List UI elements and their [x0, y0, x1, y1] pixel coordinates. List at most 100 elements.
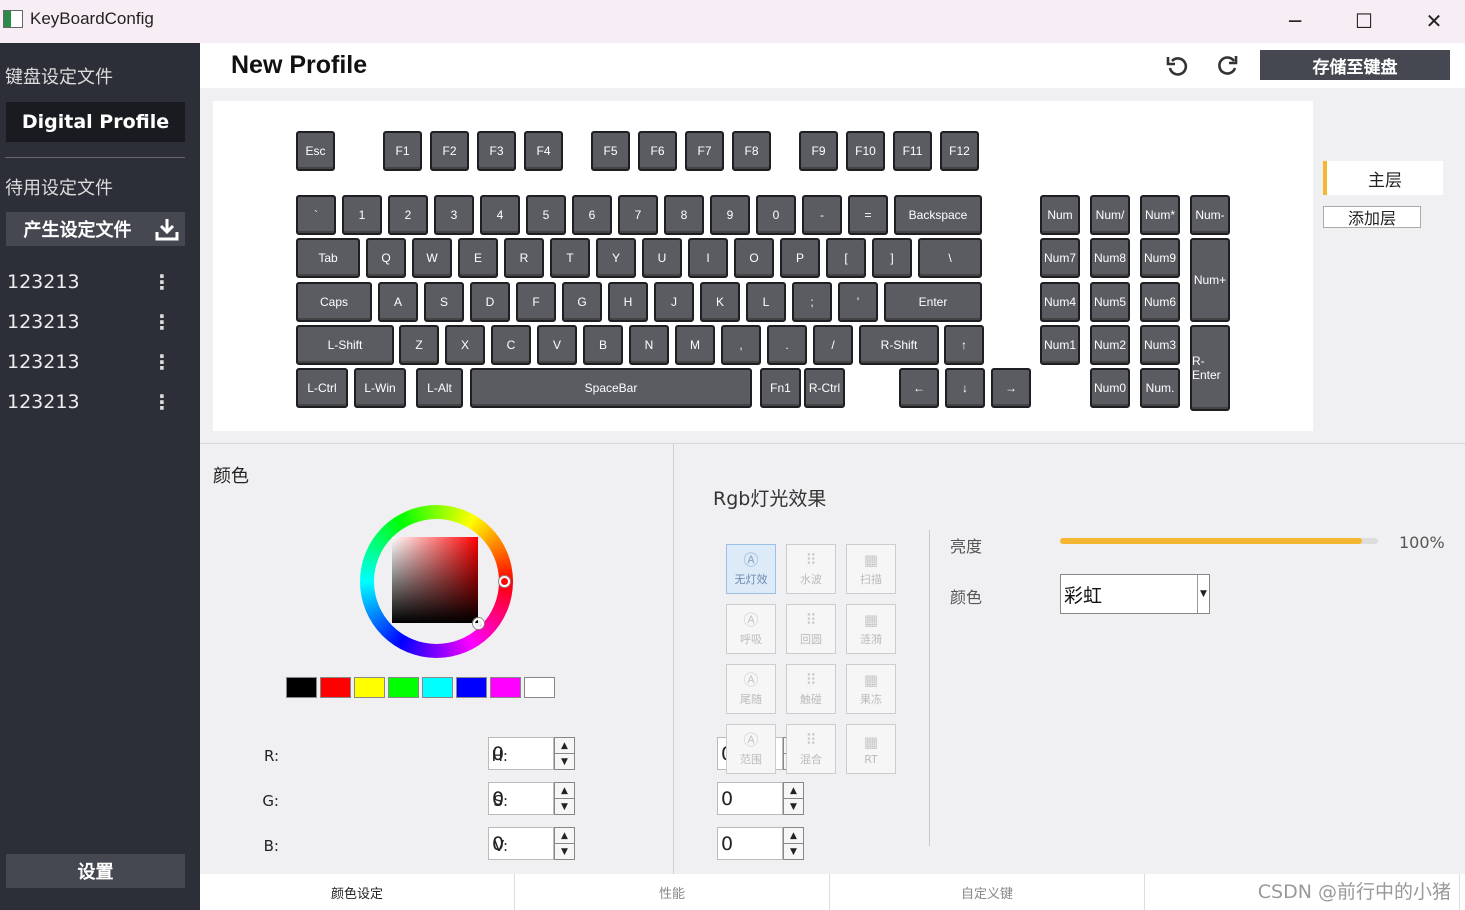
- key[interactable]: ↓: [945, 368, 985, 408]
- value-value[interactable]: 0: [717, 827, 783, 860]
- key-renter[interactable]: R-Enter: [1190, 325, 1230, 411]
- color-swatch[interactable]: [524, 677, 555, 698]
- stepper-arrows[interactable]: ▲▼: [783, 827, 804, 860]
- add-layer-button[interactable]: 添加层: [1323, 206, 1421, 228]
- effect-button[interactable]: ▦ 扫描: [846, 544, 896, 594]
- key-p[interactable]: P: [780, 238, 820, 278]
- key-2[interactable]: 2: [388, 195, 428, 235]
- key-num6[interactable]: Num6: [1140, 282, 1180, 322]
- list-item[interactable]: 123213 ⋮: [0, 342, 200, 382]
- key-3[interactable]: 3: [434, 195, 474, 235]
- up-arrow-icon[interactable]: ▲: [555, 828, 574, 844]
- key[interactable]: =: [848, 195, 888, 235]
- saturation-value[interactable]: 0: [717, 782, 783, 815]
- key-f7[interactable]: F7: [685, 131, 724, 171]
- stepper-arrows[interactable]: ▲▼: [554, 827, 575, 860]
- up-arrow-icon[interactable]: ▲: [784, 783, 803, 799]
- key-enter[interactable]: Enter: [884, 282, 982, 322]
- key-z[interactable]: Z: [399, 325, 439, 365]
- up-arrow-icon[interactable]: ▲: [784, 828, 803, 844]
- key-num9[interactable]: Num9: [1140, 238, 1180, 278]
- key-num[interactable]: Num*: [1140, 195, 1180, 235]
- key-e[interactable]: E: [458, 238, 498, 278]
- key[interactable]: ↑: [944, 325, 984, 365]
- key-0[interactable]: 0: [756, 195, 796, 235]
- effect-button[interactable]: Ⓐ 尾随: [726, 664, 776, 714]
- key-o[interactable]: O: [734, 238, 774, 278]
- generate-profile-button[interactable]: 产生设定文件: [6, 212, 185, 246]
- brightness-slider[interactable]: [1060, 538, 1378, 544]
- key[interactable]: →: [991, 368, 1031, 408]
- effect-button[interactable]: ⠿ 回圆: [786, 604, 836, 654]
- save-to-keyboard-button[interactable]: 存储至键盘: [1260, 50, 1450, 80]
- effect-button[interactable]: ⠿ 水波: [786, 544, 836, 594]
- key-y[interactable]: Y: [596, 238, 636, 278]
- settings-button[interactable]: 设置: [6, 854, 185, 888]
- more-icon[interactable]: ⋮: [152, 270, 172, 294]
- more-icon[interactable]: ⋮: [152, 350, 172, 374]
- key[interactable]: ,: [721, 325, 761, 365]
- key-x[interactable]: X: [445, 325, 485, 365]
- sv-handle[interactable]: [473, 618, 484, 629]
- key-b[interactable]: B: [583, 325, 623, 365]
- close-button[interactable]: ✕: [1414, 6, 1454, 36]
- key-lshift[interactable]: L-Shift: [296, 325, 394, 365]
- key-f3[interactable]: F3: [477, 131, 516, 171]
- key-num8[interactable]: Num8: [1090, 238, 1130, 278]
- key[interactable]: .: [767, 325, 807, 365]
- key[interactable]: \: [918, 238, 982, 278]
- tab-color-settings[interactable]: 颜色设定: [200, 874, 515, 910]
- key-num3[interactable]: Num3: [1140, 325, 1180, 365]
- key-c[interactable]: C: [491, 325, 531, 365]
- key-num[interactable]: Num+: [1190, 238, 1230, 322]
- key-f4[interactable]: F4: [524, 131, 563, 171]
- key-a[interactable]: A: [378, 282, 418, 322]
- key-rctrl[interactable]: R-Ctrl: [804, 368, 845, 408]
- list-item[interactable]: 123213 ⋮: [0, 302, 200, 342]
- key-t[interactable]: T: [550, 238, 590, 278]
- key-s[interactable]: S: [424, 282, 464, 322]
- key-l[interactable]: L: [746, 282, 786, 322]
- refresh-icon[interactable]: [1214, 53, 1240, 79]
- key-backspace[interactable]: Backspace: [894, 195, 982, 235]
- key-7[interactable]: 7: [618, 195, 658, 235]
- key-num[interactable]: Num/: [1090, 195, 1130, 235]
- key-num4[interactable]: Num4: [1040, 282, 1080, 322]
- effect-button[interactable]: Ⓐ 呼吸: [726, 604, 776, 654]
- key[interactable]: [: [826, 238, 866, 278]
- key-num5[interactable]: Num5: [1090, 282, 1130, 322]
- maximize-button[interactable]: ☐: [1344, 6, 1384, 36]
- key-lalt[interactable]: L-Alt: [416, 368, 463, 408]
- key-spacebar[interactable]: SpaceBar: [470, 368, 752, 408]
- color-swatch[interactable]: [388, 677, 419, 698]
- key-5[interactable]: 5: [526, 195, 566, 235]
- key-f11[interactable]: F11: [893, 131, 932, 171]
- key-num[interactable]: Num.: [1140, 368, 1180, 408]
- key[interactable]: ←: [899, 368, 939, 408]
- key-num[interactable]: Num-: [1190, 195, 1230, 235]
- down-arrow-icon[interactable]: ▼: [784, 844, 803, 859]
- layer-main-tab[interactable]: 主层: [1323, 161, 1443, 195]
- stepper-arrows[interactable]: ▲▼: [554, 782, 575, 815]
- undo-icon[interactable]: [1165, 53, 1191, 79]
- color-swatch[interactable]: [286, 677, 317, 698]
- key-num0[interactable]: Num0: [1090, 368, 1130, 408]
- key-lctrl[interactable]: L-Ctrl: [296, 368, 348, 408]
- key-u[interactable]: U: [642, 238, 682, 278]
- key-8[interactable]: 8: [664, 195, 704, 235]
- key-f[interactable]: F: [516, 282, 556, 322]
- tab-performance[interactable]: 性能: [515, 874, 830, 910]
- key-rshift[interactable]: R-Shift: [859, 325, 939, 365]
- key-num7[interactable]: Num7: [1040, 238, 1080, 278]
- effect-button[interactable]: Ⓐ 无灯效: [726, 544, 776, 594]
- effect-button[interactable]: ⠿ 触碰: [786, 664, 836, 714]
- down-arrow-icon[interactable]: ▼: [784, 799, 803, 814]
- key-f2[interactable]: F2: [430, 131, 469, 171]
- list-item[interactable]: 123213 ⋮: [0, 262, 200, 302]
- key-m[interactable]: M: [675, 325, 715, 365]
- key-tab[interactable]: Tab: [296, 238, 360, 278]
- down-arrow-icon[interactable]: ▼: [555, 754, 574, 769]
- effect-button[interactable]: ▦ 涟漪: [846, 604, 896, 654]
- download-icon[interactable]: [149, 212, 185, 246]
- effect-button[interactable]: ▦ RT: [846, 724, 896, 774]
